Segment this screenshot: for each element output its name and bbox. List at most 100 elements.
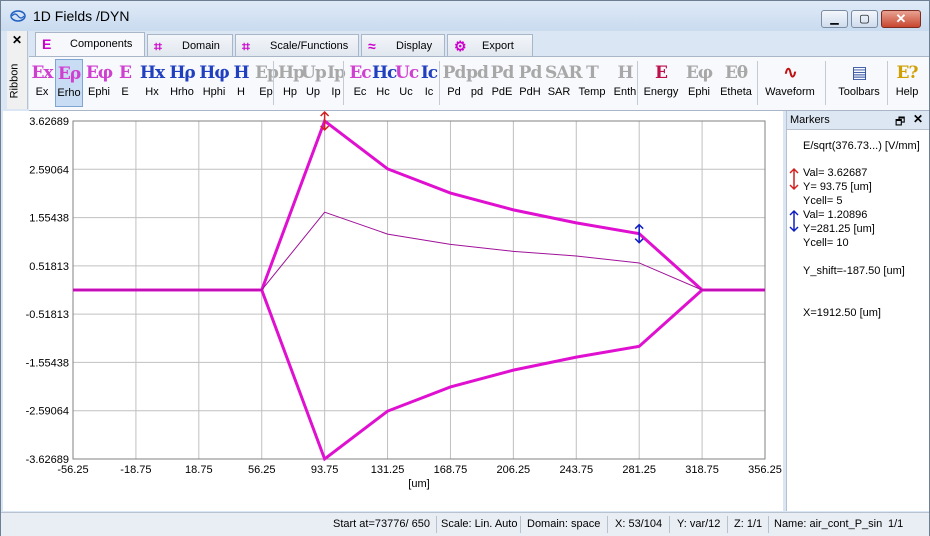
x-tick-label: 131.25	[371, 464, 405, 476]
ribbon-button-hc[interactable]: Hc Hc	[372, 59, 397, 107]
marker2-ycell: Ycell= 10	[803, 237, 849, 249]
close-icon: ✕	[895, 11, 907, 26]
ribbon-button-toolbars[interactable]: ▤ Toolbars	[835, 59, 883, 107]
e-icon: E	[119, 63, 132, 83]
status-name: Name: air_cont_P_sin	[774, 518, 883, 530]
ribbon-button-h[interactable]: HH	[231, 59, 251, 107]
temp-icon: T	[586, 63, 599, 83]
ribbon-label: Toolbars	[838, 86, 880, 98]
ribbon-label: pd	[470, 86, 484, 98]
tab-label: Display	[396, 40, 433, 52]
title-bar[interactable]: 1D Fields /DYN ▁ ▢ ✕	[1, 1, 929, 31]
ribbon-button-help[interactable]: E? Help	[893, 59, 921, 107]
tab-label: Export	[482, 40, 514, 52]
tab-icon: ⚙	[454, 38, 467, 54]
ribbon-button-etheta[interactable]: Eθ Etheta	[715, 59, 757, 107]
ribbon-button-e[interactable]: EE	[115, 59, 135, 107]
ribbon-button-ec[interactable]: Ec Ec	[349, 59, 371, 107]
hphi-icon: Hφ	[199, 63, 229, 83]
ribbon-button-ic[interactable]: Ic Ic	[418, 59, 440, 107]
close-button[interactable]: ✕	[881, 10, 921, 28]
ribbon-button-waveform[interactable]: ∿ Waveform	[761, 59, 819, 107]
etheta-icon: Eθ	[724, 63, 748, 83]
ribbon-button-ex[interactable]: Ex Ex	[31, 59, 53, 107]
ribbon-label: Ephi	[87, 86, 111, 98]
x-axis-label: [um]	[408, 478, 429, 490]
tab-export[interactable]: ⚙ Export	[447, 34, 533, 56]
ephi-icon: Eφ	[85, 63, 113, 83]
ribbon-label: Ic	[424, 86, 434, 98]
ribbon-button-sar[interactable]: SAR SAR	[545, 59, 583, 107]
ribbon-label: Waveform	[765, 86, 815, 98]
ribbon-button-up[interactable]: Up Up	[301, 59, 327, 107]
ribbon-close-icon[interactable]: ✕	[12, 33, 22, 47]
pd-icon: Pd	[442, 63, 467, 83]
ribbon-toolbar: Ex Ex Eρ Erho Eφ Ephi E E Hx Hx Hρ Hrho Hφ Hphi H H Ep Ep…	[29, 56, 929, 111]
tab-scale-functions[interactable]: ⌗ Scale/Functions	[235, 34, 359, 56]
pd-icon: pd	[466, 63, 489, 83]
x-tick-label: 356.25	[748, 464, 782, 476]
tab-domain[interactable]: ⌗ Domain	[147, 34, 233, 56]
sar-icon: SAR	[545, 63, 583, 83]
ic-icon: Ic	[420, 63, 438, 83]
x-tick-label: 206.25	[497, 464, 531, 476]
ribbon-label: Ec	[353, 86, 367, 98]
ribbon-button-pdh[interactable]: Pd PdH	[517, 59, 543, 107]
y-tick-label: -0.51813	[26, 309, 69, 321]
tab-icon: ⌗	[154, 38, 162, 54]
ribbon-side-panel: ✕ Ribbon	[7, 31, 28, 109]
status-page: 1/1	[888, 518, 904, 530]
ribbon-button-pd[interactable]: pd pd	[466, 59, 489, 107]
ribbon-button-enth[interactable]: H Enth	[611, 59, 639, 107]
tab-components[interactable]: E Components	[35, 32, 145, 57]
ribbon-button-hx[interactable]: Hx Hx	[139, 59, 165, 107]
ribbon-label: Etheta	[720, 86, 752, 98]
tab-display[interactable]: ≈ Display	[361, 34, 445, 56]
ribbon-label: Erho	[57, 87, 81, 99]
status-start: Start at=73776/ 650	[333, 518, 430, 530]
minimize-button[interactable]: ▁	[821, 10, 848, 28]
ribbon-label: H	[237, 86, 245, 98]
x-tick-label: -18.75	[120, 464, 151, 476]
hx-icon: Hx	[139, 63, 165, 83]
ribbon-button-erho[interactable]: Eρ Erho	[55, 59, 83, 107]
ribbon-label: Hc	[376, 86, 390, 98]
x-tick-label: 243.75	[559, 464, 593, 476]
status-scale: Scale: Lin. Auto	[441, 518, 518, 530]
ribbon-button-temp[interactable]: T Temp	[575, 59, 609, 107]
field-chart[interactable]: -56.25 -18.75 18.75 56.25 93.75 131.25 168.75 2…	[3, 111, 783, 511]
ribbon-label: Enth	[613, 86, 637, 98]
ribbon-label: Help	[895, 86, 919, 98]
ribbon-label: Uc	[399, 86, 413, 98]
y-tick-label: 0.51813	[29, 261, 69, 273]
ribbon-button-uc[interactable]: Uc Uc	[395, 59, 419, 107]
ribbon-label: Ex	[35, 86, 49, 98]
markers-close-icon[interactable]: ✕	[913, 112, 923, 126]
ribbon-button-ephi[interactable]: Eφ Ephi	[685, 59, 713, 107]
marker1-val: Val= 3.62687	[803, 167, 868, 179]
ribbon-side-label[interactable]: Ribbon	[8, 64, 20, 99]
hp-icon: Hp	[278, 63, 305, 83]
ribbon-label: E	[121, 86, 129, 98]
ribbon-button-hrho[interactable]: Hρ Hrho	[167, 59, 197, 107]
x-tick-label: 281.25	[622, 464, 656, 476]
marker2-y: Y=281.25 [um]	[803, 223, 875, 235]
plot-area[interactable]: -56.25 -18.75 18.75 56.25 93.75 131.25 168.75 2…	[3, 111, 783, 511]
ribbon-button-hp[interactable]: Hp Hp	[278, 59, 305, 107]
ribbon-button-ephi[interactable]: Eφ Ephi	[85, 59, 113, 107]
tab-label: Domain	[182, 40, 220, 52]
ribbon-button-energy[interactable]: E Energy	[639, 59, 683, 107]
main-window: 1D Fields /DYN ▁ ▢ ✕ ✕ Ribbon E Component…	[0, 0, 930, 536]
status-z: Z: 1/1	[734, 518, 763, 530]
pdh-icon: Pd	[518, 63, 543, 83]
maximize-button[interactable]: ▢	[851, 10, 878, 28]
status-domain: Domain: space	[527, 518, 601, 530]
pin-icon[interactable]: 🗗	[895, 113, 905, 132]
ribbon-label: Hphi	[202, 86, 226, 98]
ribbon-button-pd[interactable]: Pd Pd	[442, 59, 467, 107]
window-title: 1D Fields /DYN	[33, 8, 130, 24]
tab-bar: E Components ⌗ Domain ⌗ Scale/Functions ≈ Displ…	[29, 32, 929, 57]
help-icon: E?	[896, 63, 919, 83]
ribbon-button-pde[interactable]: Pd PdE	[489, 59, 515, 107]
ribbon-button-hphi[interactable]: Hφ Hphi	[199, 59, 229, 107]
